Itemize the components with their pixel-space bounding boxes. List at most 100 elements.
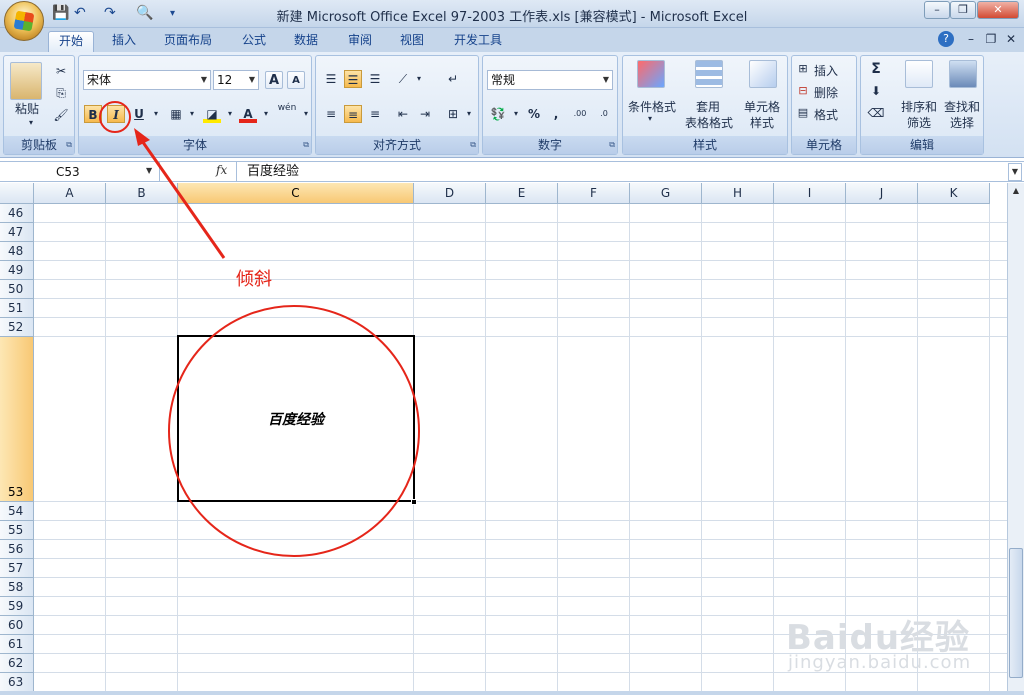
cell-styles-label1[interactable]: 单元格: [737, 98, 787, 115]
border-dropdown-icon[interactable]: ▾: [183, 105, 201, 123]
format-table-label2[interactable]: 表格格式: [679, 114, 739, 131]
find-select-icon[interactable]: [949, 60, 977, 88]
conditional-format-button[interactable]: 条件格式: [625, 98, 679, 115]
vertical-scroll-thumb[interactable]: [1009, 548, 1023, 678]
fill-color-icon[interactable]: ◪: [203, 105, 221, 123]
phonetic-icon[interactable]: wén: [275, 103, 299, 121]
column-header-d[interactable]: D: [414, 183, 486, 204]
column-header-f[interactable]: F: [558, 183, 630, 204]
shrink-font-icon[interactable]: A: [287, 71, 305, 89]
increase-decimal-icon[interactable]: .00: [569, 105, 591, 123]
column-header-i[interactable]: I: [774, 183, 846, 204]
ribbon-minimize-icon[interactable]: –: [962, 30, 980, 48]
column-header-b[interactable]: B: [106, 183, 178, 204]
column-header-a[interactable]: A: [34, 183, 106, 204]
row-header-56[interactable]: 56: [0, 540, 34, 559]
number-launcher-icon[interactable]: ⧉: [609, 140, 615, 150]
underline-dropdown-icon[interactable]: ▾: [147, 105, 165, 123]
clear-icon[interactable]: ⌫: [867, 104, 885, 122]
row-header-54[interactable]: 54: [0, 502, 34, 521]
grow-font-icon[interactable]: A: [265, 71, 283, 89]
copy-icon[interactable]: ⎘: [52, 84, 70, 102]
minimize-button[interactable]: –: [924, 1, 950, 19]
align-center-icon[interactable]: ≡: [344, 105, 362, 123]
currency-dropdown-icon[interactable]: ▾: [507, 105, 525, 123]
paste-button[interactable]: 粘贴: [10, 100, 44, 117]
font-size-combo[interactable]: 12 ▼: [213, 70, 259, 90]
number-format-combo[interactable]: 常规 ▼: [487, 70, 613, 90]
paste-icon[interactable]: [10, 62, 42, 100]
conditional-format-icon[interactable]: [637, 60, 665, 88]
row-header-58[interactable]: 58: [0, 578, 34, 597]
row-header-53[interactable]: 53: [0, 337, 34, 502]
column-header-g[interactable]: G: [630, 183, 702, 204]
decrease-indent-icon[interactable]: ⇤: [394, 105, 412, 123]
align-left-icon[interactable]: ≡: [322, 105, 340, 123]
row-header-46[interactable]: 46: [0, 204, 34, 223]
tab-data[interactable]: 数据: [284, 31, 328, 52]
insert-function-icon[interactable]: fx: [216, 163, 227, 177]
conditional-dropdown-icon[interactable]: ▾: [645, 114, 655, 123]
column-header-k[interactable]: K: [918, 183, 990, 204]
sort-filter-label1[interactable]: 排序和: [895, 98, 943, 115]
delete-cells-button[interactable]: 删除: [814, 84, 856, 101]
row-header-59[interactable]: 59: [0, 597, 34, 616]
help-icon[interactable]: ?: [938, 31, 954, 47]
insert-cells-icon[interactable]: ⊞: [794, 60, 812, 78]
tab-developer[interactable]: 开发工具: [444, 31, 512, 52]
sort-filter-label2[interactable]: 筛选: [895, 114, 943, 131]
underline-button[interactable]: U: [130, 105, 148, 123]
ribbon-close-icon[interactable]: ✕: [1002, 30, 1020, 48]
close-button[interactable]: ✕: [977, 1, 1019, 19]
autosum-icon[interactable]: Σ: [867, 60, 885, 78]
format-cells-icon[interactable]: ▤: [794, 104, 812, 122]
percent-icon[interactable]: %: [525, 105, 543, 123]
scroll-up-icon[interactable]: ▲: [1009, 184, 1023, 198]
format-table-icon[interactable]: [695, 60, 723, 88]
font-launcher-icon[interactable]: ⧉: [303, 140, 309, 150]
cell-styles-icon[interactable]: [749, 60, 777, 88]
increase-indent-icon[interactable]: ⇥: [416, 105, 434, 123]
row-header-63[interactable]: 63: [0, 673, 34, 691]
align-middle-icon[interactable]: ☰: [344, 70, 362, 88]
tab-page-layout[interactable]: 页面布局: [154, 31, 222, 52]
tab-home[interactable]: 开始: [48, 31, 95, 52]
row-header-60[interactable]: 60: [0, 616, 34, 635]
orientation-dropdown-icon[interactable]: ▾: [410, 70, 428, 88]
paste-dropdown-icon[interactable]: ▾: [26, 118, 36, 127]
vertical-scrollbar[interactable]: ▲: [1007, 183, 1024, 695]
row-header-52[interactable]: 52: [0, 318, 34, 337]
tab-review[interactable]: 审阅: [338, 31, 382, 52]
restore-button[interactable]: ❐: [950, 1, 976, 19]
align-right-icon[interactable]: ≡: [366, 105, 384, 123]
tab-formulas[interactable]: 公式: [232, 31, 276, 52]
ribbon-restore-icon[interactable]: ❐: [982, 30, 1000, 48]
name-box[interactable]: C53: [0, 162, 160, 182]
find-select-label2[interactable]: 选择: [939, 114, 985, 131]
format-painter-icon[interactable]: 🖌: [52, 106, 70, 124]
align-top-icon[interactable]: ☰: [322, 70, 340, 88]
row-header-51[interactable]: 51: [0, 299, 34, 318]
delete-cells-icon[interactable]: ⊟: [794, 82, 812, 100]
column-header-c[interactable]: C: [178, 183, 414, 204]
row-header-57[interactable]: 57: [0, 559, 34, 578]
formula-input[interactable]: 百度经验: [236, 162, 1014, 182]
insert-cells-button[interactable]: 插入: [814, 62, 856, 79]
fill-icon[interactable]: ⬇: [867, 82, 885, 100]
cell-styles-label2[interactable]: 样式: [737, 114, 787, 131]
expand-formula-icon[interactable]: ▼: [1008, 163, 1022, 181]
column-header-h[interactable]: H: [702, 183, 774, 204]
tab-insert[interactable]: 插入: [102, 31, 146, 52]
decrease-decimal-icon[interactable]: .0: [593, 105, 615, 123]
sort-filter-icon[interactable]: [905, 60, 933, 88]
clipboard-launcher-icon[interactable]: ⧉: [66, 140, 72, 150]
row-header-62[interactable]: 62: [0, 654, 34, 673]
column-header-e[interactable]: E: [486, 183, 558, 204]
format-cells-button[interactable]: 格式: [814, 106, 856, 123]
row-header-61[interactable]: 61: [0, 635, 34, 654]
phonetic-dropdown-icon[interactable]: ▾: [297, 105, 315, 123]
row-header-47[interactable]: 47: [0, 223, 34, 242]
column-header-j[interactable]: J: [846, 183, 918, 204]
row-header-48[interactable]: 48: [0, 242, 34, 261]
select-all-corner[interactable]: [0, 183, 34, 204]
